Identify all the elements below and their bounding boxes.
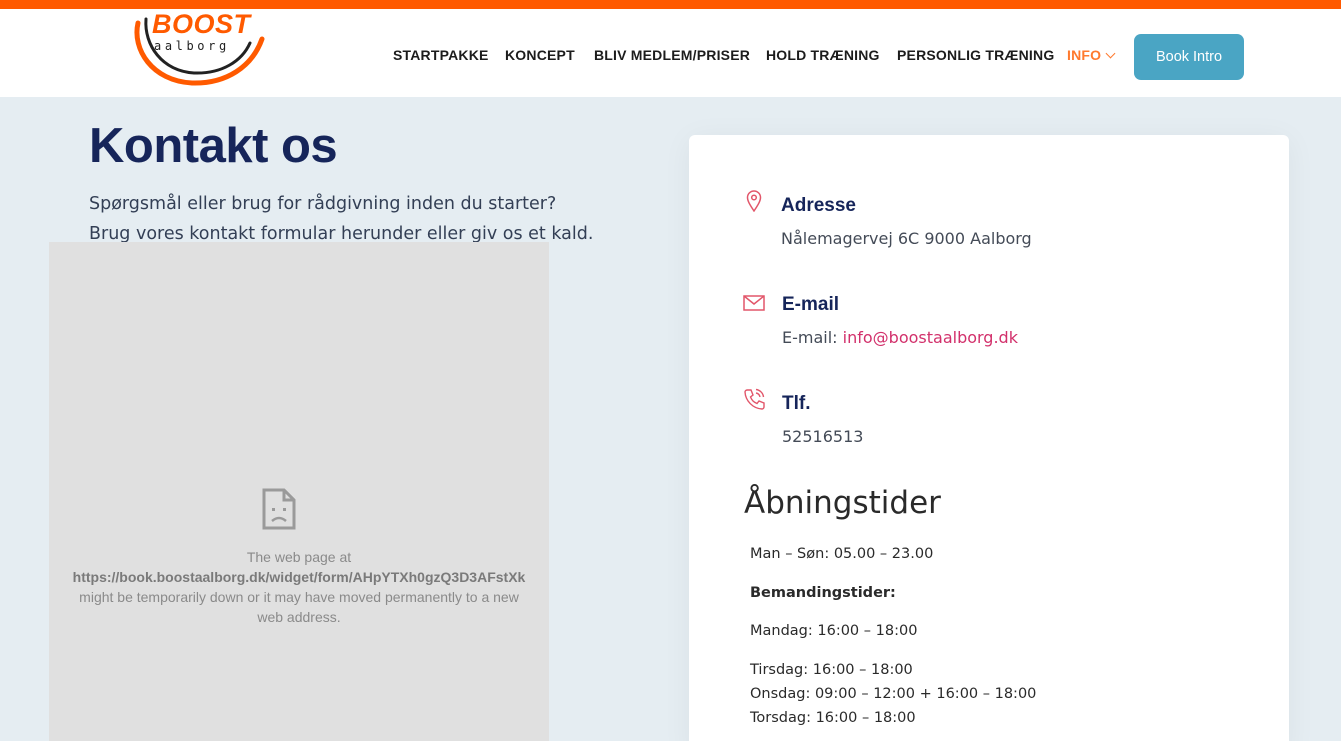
error-line-4: web address. [257,609,341,625]
hours-wednesday: Onsdag: 09:00 – 12:00 + 16:00 – 18:00 [750,686,1037,702]
phone-icon [744,388,765,410]
sad-page-icon [262,488,296,530]
contact-info-card: Adresse Nålemagervej 6C 9000 Aalborg E-m… [689,135,1289,741]
page-title: Kontakt os [89,119,338,173]
nav-item-bliv-medlem[interactable]: BLIV MEDLEM/PRISER [594,47,750,63]
phone-title: Tlf. [782,393,811,414]
nav-item-personlig-traening[interactable]: PERSONLIG TRÆNING [897,47,1054,63]
address-title: Adresse [781,195,856,216]
hours-tuesday: Tirsdag: 16:00 – 18:00 [750,662,913,678]
hours-monday: Mandag: 16:00 – 18:00 [750,623,918,639]
site-header: BOOST aalborg STARTPAKKE KONCEPT BLIV ME… [0,9,1341,97]
email-prefix: E-mail: [782,328,838,347]
email-link[interactable]: info@boostaalborg.dk [843,328,1018,347]
nav-item-hold-traening[interactable]: HOLD TRÆNING [766,47,880,63]
nav-item-koncept[interactable]: KONCEPT [505,47,575,63]
error-url: https://book.boostaalborg.dk/widget/form… [72,569,526,585]
book-intro-button[interactable]: Book Intro [1134,34,1244,80]
hours-general: Man – Søn: 05.00 – 23.00 [750,546,934,562]
staffed-hours-title: Bemandingstider: [750,585,896,601]
nav-item-info[interactable]: INFO [1067,47,1116,63]
hours-thursday: Torsdag: 16:00 – 18:00 [750,710,916,726]
intro-text: Spørgsmål eller brug for rådgivning inde… [89,189,609,249]
logo-text: BOOST [152,9,251,39]
nav-item-info-label: INFO [1067,47,1102,63]
error-line-1: The web page at [246,549,352,565]
address-value: Nålemagervej 6C 9000 Aalborg [781,229,1032,248]
email-line: E-mail: info@boostaalborg.dk [782,328,1018,347]
phone-value[interactable]: 52516513 [782,427,863,446]
nav-item-startpakke[interactable]: STARTPAKKE [393,47,489,63]
intro-line-1: Spørgsmål eller brug for rådgivning inde… [89,194,557,214]
mail-icon [743,295,765,311]
location-pin-icon [746,190,762,212]
chevron-down-icon [1105,48,1116,59]
opening-hours-title: Åbningstider [744,485,941,521]
top-accent-bar [0,0,1341,9]
error-line-3: might be temporarily down or it may have… [79,589,519,605]
contact-form-iframe[interactable]: The web page at https://book.boostaalbor… [49,242,549,741]
email-title: E-mail [782,294,840,315]
